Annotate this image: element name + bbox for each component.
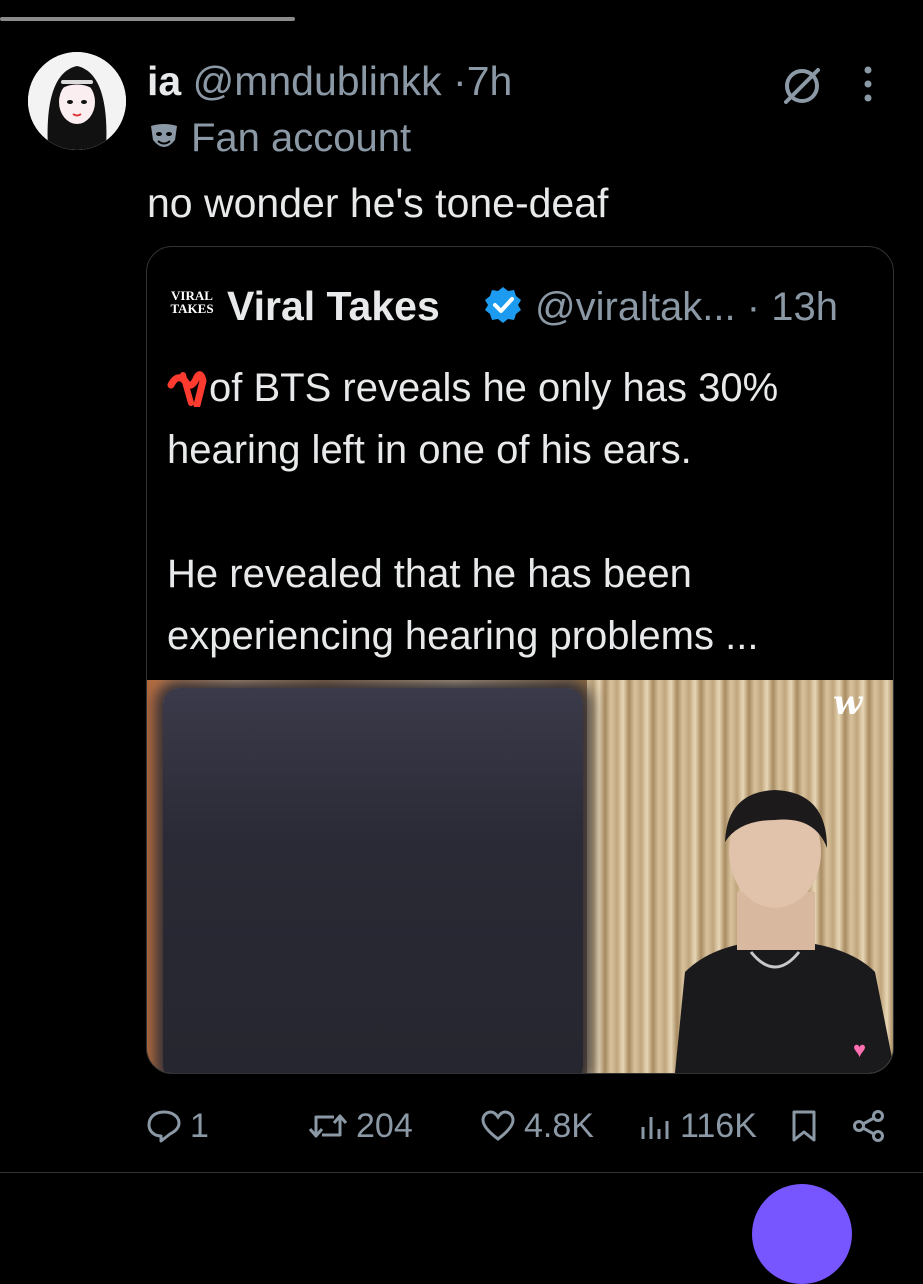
quoted-post-text: of BTS reveals he only has 30% hearing l… xyxy=(167,357,887,667)
theater-mask-icon xyxy=(151,124,177,147)
quoted-handle[interactable]: @viraltak... xyxy=(535,285,736,329)
separator-dot: · xyxy=(453,58,467,104)
quoted-post[interactable]: VIRAL TAKES Viral Takes @viraltak... · 1… xyxy=(146,246,894,1074)
red-scribble-redaction-icon xyxy=(167,371,207,407)
more-options-icon[interactable] xyxy=(862,64,874,104)
weverse-watermark: w xyxy=(833,683,863,723)
viral-takes-logo[interactable]: VIRAL TAKES xyxy=(167,289,217,321)
post-time[interactable]: 7h xyxy=(467,58,513,104)
divider xyxy=(0,1172,923,1173)
like-count: 4.8K xyxy=(524,1106,594,1145)
quoted-text-line-3: He revealed that he has been xyxy=(167,552,692,596)
repost-button[interactable]: 204 xyxy=(308,1106,413,1146)
post-action-bar: 1 204 4.8K 116K xyxy=(146,1098,906,1158)
views-button[interactable]: 116K xyxy=(638,1106,757,1146)
like-button[interactable]: 4.8K xyxy=(480,1106,594,1146)
quoted-text-line-1-text: of BTS reveals he only has 30% xyxy=(209,366,779,410)
share-icon xyxy=(853,1110,884,1142)
post-header: ia @mndublinkk ·7h xyxy=(147,58,512,105)
repost-icon xyxy=(308,1114,348,1138)
views-chart-icon xyxy=(641,1117,669,1139)
quoted-media-image[interactable]: w ♥ xyxy=(147,680,893,1073)
no-symbol-icon[interactable] xyxy=(780,64,824,108)
avatar-illustration-icon xyxy=(28,52,126,150)
reply-icon xyxy=(147,1110,181,1143)
avatar[interactable] xyxy=(28,52,126,150)
logo-line-2: TAKES xyxy=(170,301,214,316)
share-button[interactable] xyxy=(852,1106,894,1146)
quoted-text-line-4: experiencing hearing problems ... xyxy=(167,614,759,658)
bookmark-button[interactable] xyxy=(790,1106,826,1146)
post-text: no wonder he's tone-deaf xyxy=(147,180,609,226)
reply-count: 1 xyxy=(190,1106,209,1145)
blurred-redaction-box xyxy=(163,688,583,1073)
heart-icon xyxy=(481,1110,515,1141)
view-count: 116K xyxy=(680,1106,757,1145)
quoted-text-line-1: of BTS reveals he only has 30% xyxy=(167,357,887,419)
quoted-text-line-2: hearing left in one of his ears. xyxy=(167,428,692,472)
user-handle[interactable]: @mndublinkk xyxy=(193,58,442,104)
bookmark-icon xyxy=(792,1110,816,1142)
account-label-text: Fan account xyxy=(191,116,412,160)
display-name[interactable]: ia xyxy=(147,58,181,104)
verified-badge-icon xyxy=(485,287,521,323)
account-label: Fan account xyxy=(147,116,411,161)
top-progress-bar xyxy=(0,17,295,21)
separator-dot: · xyxy=(746,285,761,329)
quoted-time[interactable]: 13h xyxy=(771,285,838,329)
quoted-handle-line: @viraltak... · 13h xyxy=(535,285,838,330)
heart-reaction-icon: ♥ xyxy=(853,1037,867,1062)
compose-fab-button[interactable] xyxy=(752,1184,852,1284)
person-figure xyxy=(675,790,893,1073)
repost-count: 204 xyxy=(356,1106,413,1145)
quoted-display-name[interactable]: Viral Takes xyxy=(227,283,440,330)
reply-button[interactable]: 1 xyxy=(146,1106,209,1146)
post-header-actions xyxy=(780,62,900,106)
